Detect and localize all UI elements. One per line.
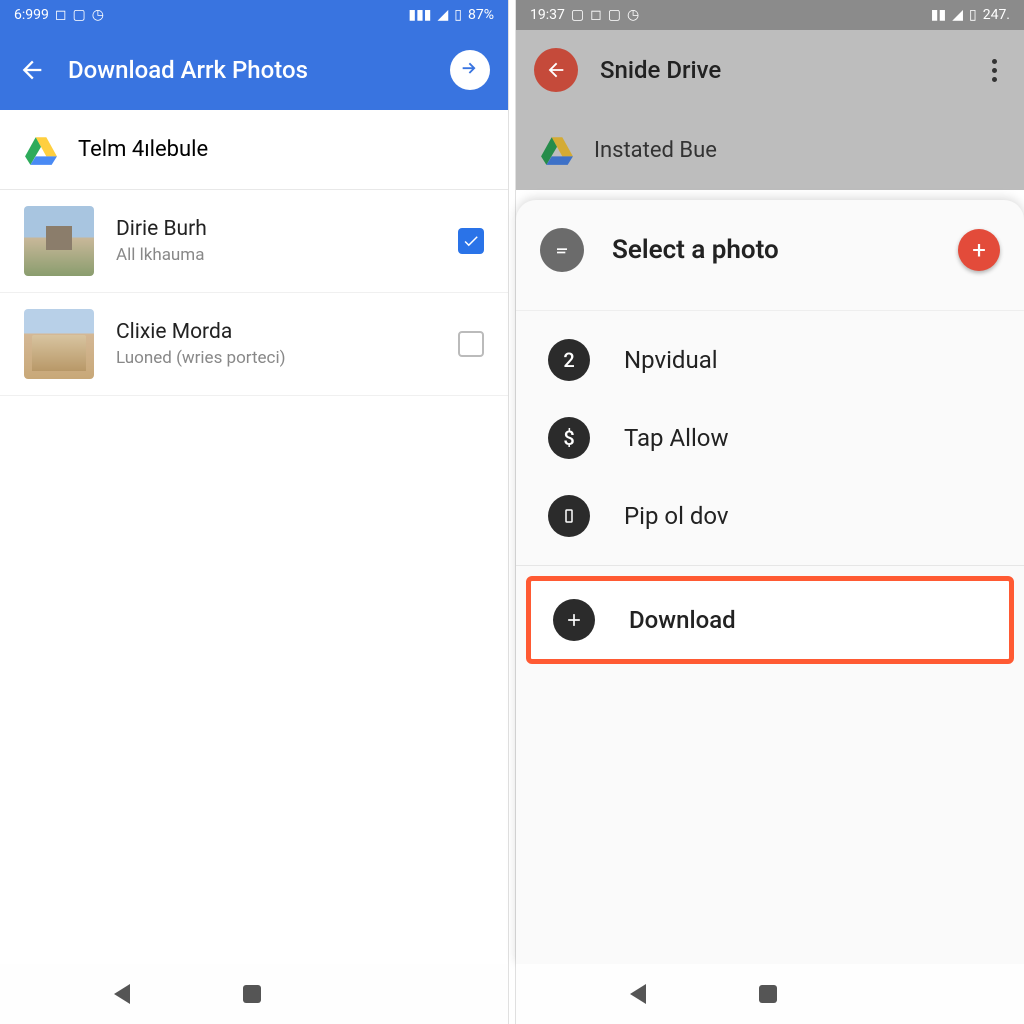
status-app-icon: ▢ [608,7,621,23]
download-button[interactable]: Download [531,581,1009,659]
file-row[interactable]: Clixie Morda Luoned (wries porteci) [0,293,508,396]
signal-icon: ▮▮▮ [408,7,431,23]
status-bar-right: 19:37 ▢ ◻ ▢ ◷ ▮▮ ◢ ▯ 247. [516,0,1024,30]
add-button[interactable]: + [958,229,1000,271]
battery-icon: ▯ [454,7,462,23]
navbar-left [0,964,508,1024]
status-battery: 87% [468,7,494,23]
screen-divider [508,0,516,1024]
screen-right: 19:37 ▢ ◻ ▢ ◷ ▮▮ ◢ ▯ 247. Snide Drive In… [516,0,1024,1024]
folder-row-right: Instated Bue [516,110,1024,190]
nav-home-icon[interactable] [759,985,777,1003]
step-badge: 2 [548,339,590,381]
status-app-icon: ◻ [55,7,67,23]
status-time: 19:37 [530,7,565,23]
screen-left: 6:999 ◻ ▢ ◷ ▮▮▮ ◢ ▯ 87% Download Arrk Ph… [0,0,508,1024]
file-checkbox-checked[interactable] [458,228,484,254]
back-arrow-icon[interactable] [18,56,46,84]
nav-back-icon[interactable] [114,984,130,1004]
navbar-right [516,964,1024,1024]
overflow-menu-icon[interactable] [982,59,1006,82]
phone-icon [560,507,578,525]
status-time: 6:999 [14,7,49,23]
file-row[interactable]: Dirie Burh All lkhauma [0,190,508,293]
step-badge: $ [548,417,590,459]
plus-icon: + [972,236,986,264]
status-battery: 247. [983,7,1010,23]
appbar-title: Download Arrk Photos [68,56,450,84]
step-badge [548,495,590,537]
appbar-left: Download Arrk Photos [0,30,508,110]
back-button-red[interactable] [534,48,578,92]
sheet-item[interactable]: 2 Npvidual [516,321,1024,399]
sync-button[interactable] [450,50,490,90]
signal-icon: ◢ [952,7,963,23]
status-app-icon: ▢ [571,7,584,23]
sheet-list: 2 Npvidual $ Tap Allow Pip ol dov [516,310,1024,565]
sheet-avatar-icon [540,228,584,272]
sync-icon [459,59,481,81]
download-highlight: Download [526,576,1014,664]
photo-thumbnail [24,309,94,379]
appbar-title-right: Snide Drive [600,56,982,84]
battery-icon: ▯ [969,7,977,23]
sheet-item-label: Npvidual [624,346,718,374]
status-clock-icon: ◷ [627,7,639,23]
download-label: Download [629,606,736,634]
file-title: Clixie Morda [116,320,458,344]
status-app-icon: ▢ [73,7,86,23]
file-subtitle: Luoned (wries porteci) [116,348,458,368]
signal-icon: ▮▮ [931,7,946,23]
sheet-item[interactable]: Pip ol dov [516,477,1024,555]
bottom-sheet: Select a photo + 2 Npvidual $ Tap Allow … [516,200,1024,964]
sheet-item[interactable]: $ Tap Allow [516,399,1024,477]
status-bar-left: 6:999 ◻ ▢ ◷ ▮▮▮ ◢ ▯ 87% [0,0,508,30]
check-icon [462,232,480,250]
back-arrow-icon [545,59,567,81]
appbar-right: Snide Drive [516,30,1024,110]
file-title: Dirie Burh [116,217,458,241]
sheet-title: Select a photo [612,235,958,265]
photo-thumbnail [24,206,94,276]
drive-icon [24,135,58,165]
sheet-header: Select a photo + [516,200,1024,300]
status-clock-icon: ◷ [92,7,104,23]
nav-back-icon[interactable] [630,984,646,1004]
sheet-item-label: Tap Allow [624,424,729,452]
wifi-icon: ◢ [438,7,449,23]
plus-circle-icon [553,599,595,641]
folder-name-right: Instated Bue [594,138,717,163]
status-app-icon: ◻ [590,7,602,23]
file-checkbox-unchecked[interactable] [458,331,484,357]
folder-row-left[interactable]: Telm 4ılebule [0,110,508,190]
nav-home-icon[interactable] [243,985,261,1003]
folder-name: Telm 4ılebule [78,137,208,162]
file-subtitle: All lkhauma [116,245,458,265]
sheet-item-label: Pip ol dov [624,502,729,530]
drive-icon [540,135,574,165]
